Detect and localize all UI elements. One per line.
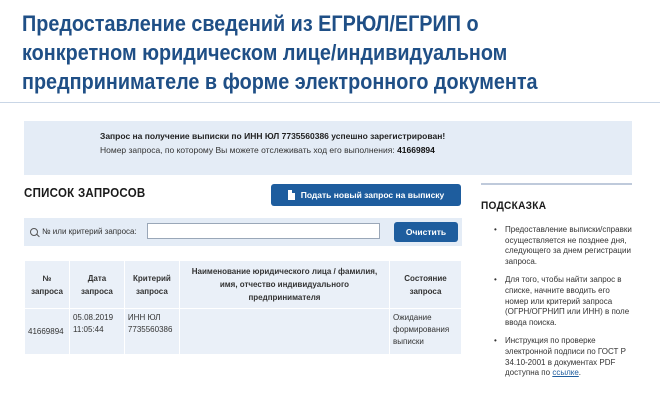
search-label: № или критерий запроса: <box>30 227 137 236</box>
cell-request-date: 05.08.2019 11:05:44 <box>68 308 125 355</box>
cell-entity-name <box>178 308 391 355</box>
table-header-row: № запроса Дата запроса Критерий запроса … <box>24 260 462 309</box>
column-header-status: Состояние запроса <box>389 260 462 309</box>
title-divider <box>0 102 660 103</box>
cell-request-status: Ожидание формирования выписки <box>389 308 462 355</box>
hint-item-end: . <box>578 368 582 378</box>
column-header-date: Дата запроса <box>68 260 125 309</box>
column-header-number: № запроса <box>24 260 70 309</box>
search-icon <box>30 227 38 236</box>
hint-list: Предоставление выписки/справки осуществл… <box>481 225 632 387</box>
hint-title: ПОДСКАЗКА <box>481 200 547 212</box>
notice-request-number-value: 41669894 <box>397 145 435 155</box>
instruction-link[interactable]: ссылке <box>552 368 578 377</box>
requests-section-title: СПИСОК ЗАПРОСОВ <box>24 186 146 200</box>
column-header-criterion: Критерий запроса <box>123 260 180 309</box>
cell-request-number: 41669894 <box>24 308 70 355</box>
new-request-button[interactable]: Подать новый запрос на выписку <box>271 184 461 206</box>
new-request-button-label: Подать новый запрос на выписку <box>300 190 445 200</box>
page-title: Предоставление сведений из ЕГРЮЛ/ЕГРИП о… <box>22 11 538 94</box>
hint-item: Инструкция по проверке электронной подпи… <box>481 336 632 378</box>
notice-request-number-label: Номер запроса, по которому Вы можете отс… <box>100 145 395 155</box>
clear-button[interactable]: Очистить <box>394 222 458 242</box>
requests-table: № запроса Дата запроса Критерий запроса … <box>24 260 462 355</box>
search-label-text: № или критерий запроса: <box>42 227 137 236</box>
search-panel: № или критерий запроса: Очистить <box>24 218 462 246</box>
hint-item: Для того, чтобы найти запрос в списке, н… <box>481 275 632 328</box>
notice-request-number: Номер запроса, по которому Вы можете отс… <box>100 145 435 155</box>
document-icon <box>287 190 295 200</box>
success-notice: Запрос на получение выписки по ИНН ЮЛ 77… <box>24 121 632 175</box>
notice-message: Запрос на получение выписки по ИНН ЮЛ 77… <box>100 131 446 141</box>
column-header-name: Наименование юридического лица / фамилия… <box>178 260 391 309</box>
sidebar-divider <box>481 183 632 185</box>
hint-item: Предоставление выписки/справки осуществл… <box>481 225 632 267</box>
table-row[interactable]: 41669894 05.08.2019 11:05:44 ИНН ЮЛ 7735… <box>24 308 462 355</box>
search-input[interactable] <box>147 223 380 239</box>
cell-request-criterion: ИНН ЮЛ 7735560386 <box>123 308 180 355</box>
